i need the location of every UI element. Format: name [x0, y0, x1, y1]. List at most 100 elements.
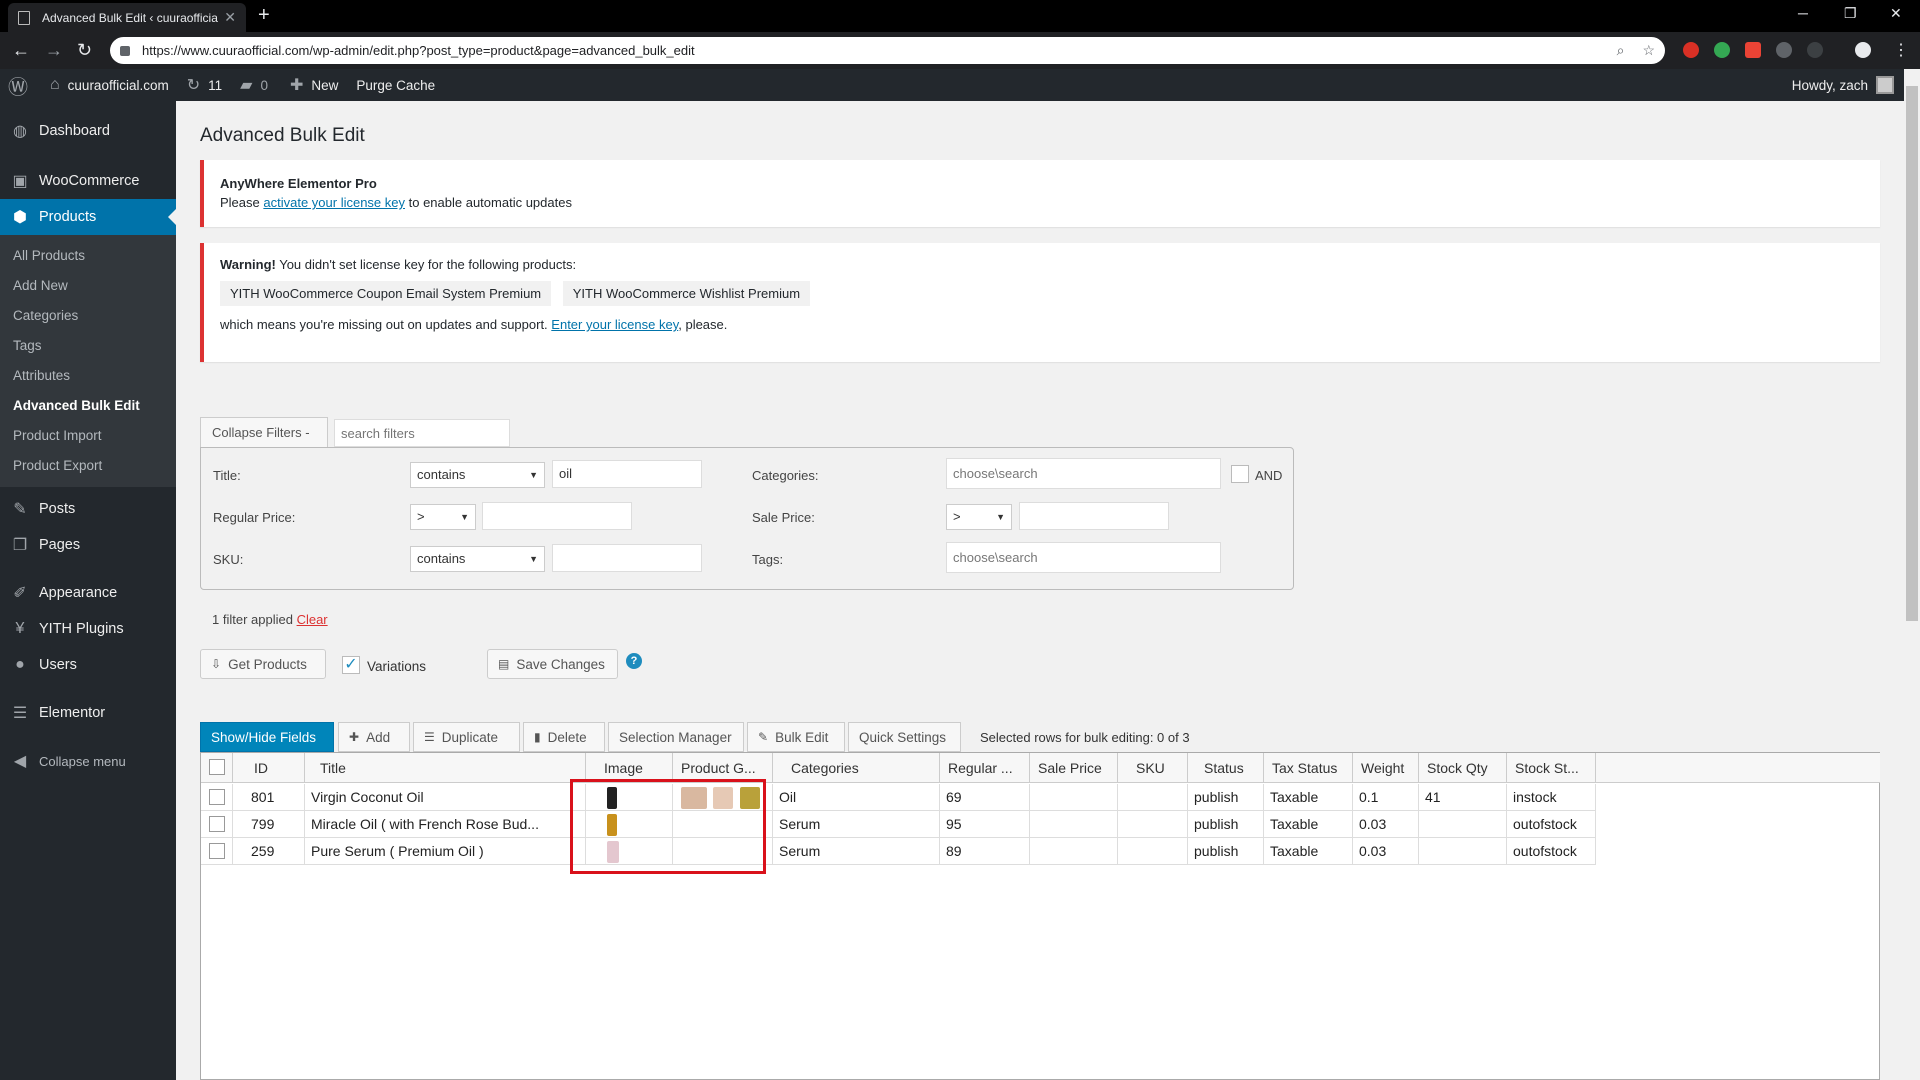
cell-sku[interactable]	[1118, 784, 1188, 811]
sidebar-item-appearance[interactable]: ✐ Appearance	[0, 575, 176, 611]
cell-title[interactable]: Virgin Coconut Oil	[305, 784, 586, 811]
sidebar-subitem-product-export[interactable]: Product Export	[0, 451, 176, 481]
row-checkbox[interactable]	[209, 789, 225, 805]
regular-price-operator-select[interactable]: > ▼	[410, 504, 476, 530]
address-bar[interactable]: https://www.cuuraofficial.com/wp-admin/e…	[110, 37, 1665, 64]
collapse-filters-tab[interactable]: Collapse Filters -	[200, 417, 328, 447]
select-all-checkbox[interactable]	[209, 759, 225, 775]
sidebar-item-elementor[interactable]: ☰ Elementor	[0, 695, 176, 731]
minimize-icon[interactable]: ─	[1798, 5, 1808, 21]
sku-operator-select[interactable]: contains ▼	[410, 546, 545, 572]
sidebar-subitem-attributes[interactable]: Attributes	[0, 361, 176, 391]
extension-icon[interactable]	[1745, 42, 1761, 58]
extension-icon[interactable]	[1807, 42, 1823, 58]
cell-regular-price[interactable]: 95	[940, 811, 1030, 838]
account-menu[interactable]: Howdy, zach	[1792, 69, 1894, 101]
forward-icon[interactable]: →	[45, 40, 63, 61]
cell-tax-status[interactable]: Taxable	[1264, 811, 1353, 838]
cell-stock-qty[interactable]	[1419, 838, 1507, 865]
sidebar-item-products[interactable]: ⬢ Products	[0, 199, 176, 235]
sidebar-item-dashboard[interactable]: ◍ Dashboard	[0, 113, 176, 149]
cell-stock-qty[interactable]	[1419, 811, 1507, 838]
row-checkbox[interactable]	[209, 843, 225, 859]
cell-stock-status[interactable]: outofstock	[1507, 811, 1596, 838]
sidebar-subitem-tags[interactable]: Tags	[0, 331, 176, 361]
cell-stock-qty[interactable]: 41	[1419, 784, 1507, 811]
cell-tax-status[interactable]: Taxable	[1264, 838, 1353, 865]
quick-settings-button[interactable]: Quick Settings	[848, 722, 961, 752]
table-row[interactable]: 799 Miracle Oil ( with French Rose Bud..…	[201, 811, 1596, 838]
cell-sale-price[interactable]	[1030, 784, 1118, 811]
and-checkbox[interactable]	[1231, 465, 1249, 483]
purge-cache-link[interactable]: Purge Cache	[356, 78, 435, 93]
column-header[interactable]: Title	[305, 753, 586, 783]
row-checkbox[interactable]	[209, 816, 225, 832]
sale-price-operator-select[interactable]: > ▼	[946, 504, 1012, 530]
variations-checkbox[interactable]: ✓	[342, 656, 360, 674]
cell-id[interactable]: 799	[233, 811, 305, 838]
cell-categories[interactable]: Oil	[773, 784, 940, 811]
column-header[interactable]: Tax Status	[1264, 753, 1353, 783]
sale-price-input[interactable]	[1019, 502, 1169, 530]
cell-sku[interactable]	[1118, 811, 1188, 838]
column-header[interactable]: Weight	[1353, 753, 1419, 783]
cell-title[interactable]: Pure Serum ( Premium Oil )	[305, 838, 586, 865]
sidebar-item-pages[interactable]: ❐ Pages	[0, 527, 176, 563]
sidebar-subitem-categories[interactable]: Categories	[0, 301, 176, 331]
add-row-button[interactable]: ✚ Add	[338, 722, 410, 752]
header-select-all[interactable]	[201, 753, 233, 783]
categories-input[interactable]: choose\search	[946, 458, 1221, 489]
selection-manager-button[interactable]: Selection Manager	[608, 722, 744, 752]
wordpress-logo-icon[interactable]: Ⓦ	[8, 71, 36, 100]
bulk-edit-button[interactable]: ✎ Bulk Edit	[747, 722, 845, 752]
comments-link[interactable]: ▰ 0	[240, 75, 268, 95]
cell-status[interactable]: publish	[1188, 784, 1264, 811]
sidebar-subitem-product-import[interactable]: Product Import	[0, 421, 176, 451]
sidebar-item-users[interactable]: ● Users	[0, 647, 176, 683]
cell-status[interactable]: publish	[1188, 811, 1264, 838]
column-header[interactable]: Sale Price	[1030, 753, 1118, 783]
cell-sale-price[interactable]	[1030, 838, 1118, 865]
help-icon[interactable]: ?	[626, 653, 642, 669]
cell-weight[interactable]: 0.03	[1353, 838, 1419, 865]
cell-title[interactable]: Miracle Oil ( with French Rose Bud...	[305, 811, 586, 838]
sku-input[interactable]	[552, 544, 702, 572]
sidebar-subitem-advanced-bulk-edit[interactable]: Advanced Bulk Edit	[0, 391, 176, 421]
table-row[interactable]: 259 Pure Serum ( Premium Oil ) Serum 89 …	[201, 838, 1596, 865]
column-header[interactable]: ID	[233, 753, 305, 783]
collapse-menu-button[interactable]: ◀ Collapse menu	[0, 743, 176, 779]
cell-id[interactable]: 801	[233, 784, 305, 811]
cell-status[interactable]: publish	[1188, 838, 1264, 865]
sidebar-subitem-all-products[interactable]: All Products	[0, 241, 176, 271]
sidebar-subitem-add-new[interactable]: Add New	[0, 271, 176, 301]
bookmark-star-icon[interactable]: ☆	[1642, 42, 1655, 59]
get-products-button[interactable]: ⇩ Get Products	[200, 649, 326, 679]
activate-license-link[interactable]: activate your license key	[263, 195, 405, 210]
delete-button[interactable]: ▮ Delete	[523, 722, 605, 752]
cell-sale-price[interactable]	[1030, 811, 1118, 838]
new-tab-icon[interactable]: +	[258, 4, 270, 27]
column-header[interactable]: Stock St...	[1507, 753, 1596, 783]
scrollbar-thumb[interactable]	[1906, 86, 1918, 621]
cell-categories[interactable]: Serum	[773, 811, 940, 838]
row-select-cell[interactable]	[201, 838, 233, 865]
column-header[interactable]: Status	[1188, 753, 1264, 783]
cell-stock-status[interactable]: outofstock	[1507, 838, 1596, 865]
cell-categories[interactable]: Serum	[773, 838, 940, 865]
cell-sku[interactable]	[1118, 838, 1188, 865]
show-hide-fields-button[interactable]: Show/Hide Fields	[200, 722, 334, 752]
zoom-icon[interactable]: ⌕	[1617, 42, 1625, 59]
extension-icon[interactable]	[1714, 42, 1730, 58]
column-header[interactable]: SKU	[1118, 753, 1188, 783]
title-value-input[interactable]: oil	[552, 460, 702, 488]
extension-icon[interactable]	[1683, 42, 1699, 58]
sidebar-item-yith-plugins[interactable]: ¥ YITH Plugins	[0, 611, 176, 647]
search-filters-input[interactable]	[334, 419, 510, 447]
browser-menu-icon[interactable]: ⋮	[1893, 40, 1909, 60]
cell-weight[interactable]: 0.03	[1353, 811, 1419, 838]
row-select-cell[interactable]	[201, 784, 233, 811]
column-header[interactable]: Regular ...	[940, 753, 1030, 783]
new-content-link[interactable]: ✚ New	[290, 75, 338, 95]
extension-icon[interactable]	[1776, 42, 1792, 58]
save-changes-button[interactable]: ▤ Save Changes	[487, 649, 618, 679]
